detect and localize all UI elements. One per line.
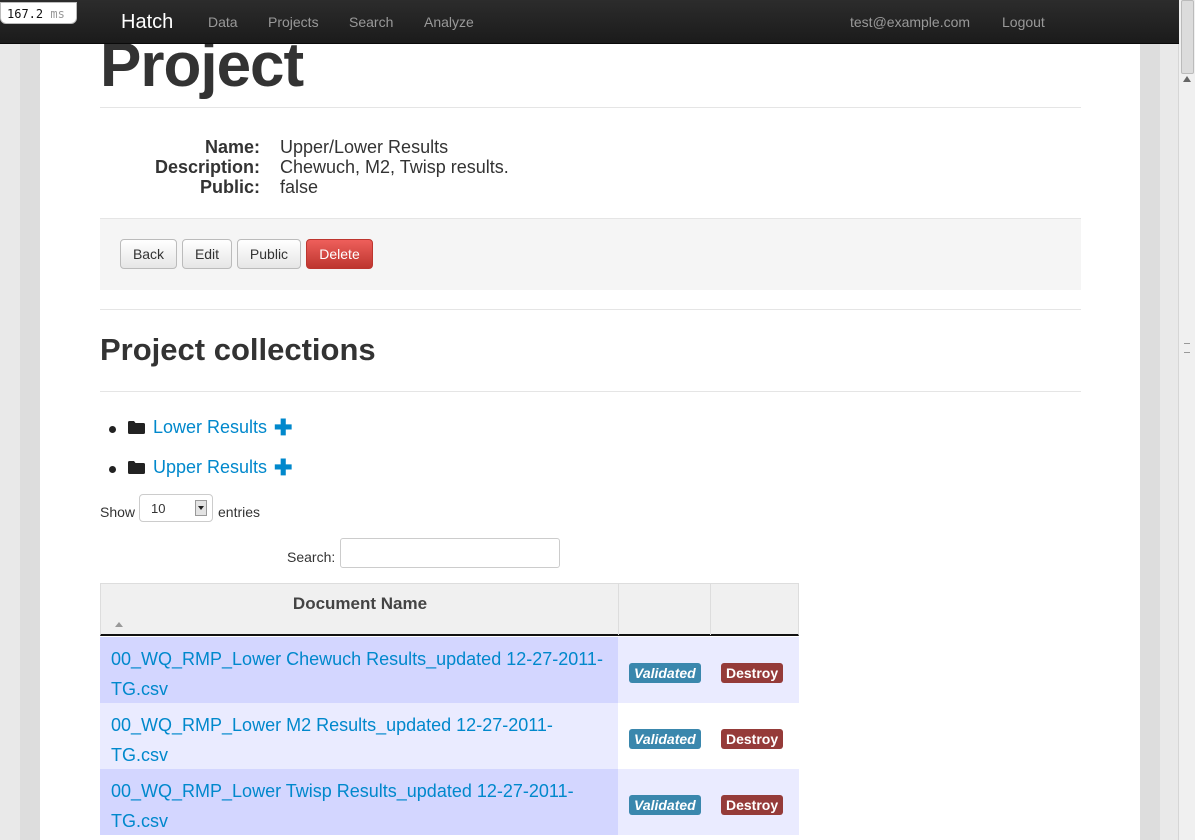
document-name-cell: 00_WQ_RMP_Lower M2 Results_updated 12-27…	[100, 703, 618, 769]
bullet	[109, 466, 116, 473]
document-name-cell: 00_WQ_RMP_Lower Twisp Results_updated 12…	[100, 769, 618, 835]
document-name-cell: 00_WQ_RMP_Lower Chewuch Results_updated …	[100, 637, 618, 703]
collection-link-upper-results[interactable]: Upper Results	[153, 457, 267, 478]
description-label: Description:	[154, 157, 260, 177]
timer-unit: ms	[50, 7, 65, 21]
description-value: Chewuch, M2, Twisp results.	[280, 157, 509, 177]
show-label: Show	[100, 504, 136, 520]
column-header-status[interactable]	[619, 584, 711, 635]
delete-button[interactable]: Delete	[306, 239, 373, 269]
document-link[interactable]: 00_WQ_RMP_Lower M2 Results_updated 12-27…	[111, 715, 553, 765]
plus-icon[interactable]: ✚	[274, 415, 292, 441]
public-button[interactable]: Public	[237, 239, 301, 269]
search-label: Search:	[287, 549, 336, 565]
scrollbar-grip[interactable]	[1184, 343, 1190, 353]
page-gutter-left	[20, 0, 40, 840]
column-header-actions[interactable]	[711, 584, 798, 635]
validated-badge: Validated	[629, 663, 701, 683]
search-input[interactable]	[340, 538, 560, 568]
document-link[interactable]: 00_WQ_RMP_Lower Twisp Results_updated 12…	[111, 781, 574, 831]
public-label: Public:	[199, 177, 260, 197]
entries-label: entries	[218, 504, 261, 520]
validated-badge: Validated	[629, 729, 701, 749]
divider	[100, 309, 1081, 310]
nav-logout[interactable]: Logout	[1002, 14, 1045, 30]
edit-button[interactable]: Edit	[182, 239, 232, 269]
entries-value: 10	[151, 501, 166, 516]
column-header-document-name[interactable]: Document Name	[101, 584, 619, 635]
top-navbar: Hatch Data Projects Search Analyze test@…	[0, 0, 1179, 44]
destroy-button[interactable]: Destroy	[721, 663, 784, 683]
nav-user-email[interactable]: test@example.com	[850, 14, 970, 30]
public-value: false	[280, 177, 319, 197]
destroy-button[interactable]: Destroy	[721, 795, 784, 815]
page-gutter-right	[1140, 0, 1160, 840]
plus-icon[interactable]: ✚	[274, 455, 292, 481]
nav-search[interactable]: Search	[349, 14, 393, 30]
validated-badge: Validated	[629, 795, 701, 815]
table-row: 00_WQ_RMP_Lower M2 Results_updated 12-27…	[100, 703, 799, 769]
name-value: Upper/Lower Results	[280, 137, 449, 157]
divider	[100, 107, 1081, 108]
entries-select[interactable]: 10	[139, 494, 213, 522]
chevron-down-icon	[195, 500, 207, 516]
nav-data[interactable]: Data	[208, 14, 238, 30]
profiler-timer[interactable]: 167.2 ms	[0, 2, 77, 24]
timer-value: 167.2	[7, 7, 44, 21]
table-row: 00_WQ_RMP_Lower Twisp Results_updated 12…	[100, 769, 799, 835]
collection-link-lower-results[interactable]: Lower Results	[153, 417, 267, 438]
destroy-button[interactable]: Destroy	[721, 729, 784, 749]
bullet	[109, 426, 116, 433]
scrollbar-thumb[interactable]	[1181, 0, 1194, 74]
table-row: 00_WQ_RMP_Lower Chewuch Results_updated …	[100, 637, 799, 703]
sort-ascending-icon	[115, 622, 123, 627]
folder-icon	[128, 421, 145, 434]
name-label: Name:	[204, 137, 260, 157]
brand-link[interactable]: Hatch	[121, 11, 173, 34]
document-link[interactable]: 00_WQ_RMP_Lower Chewuch Results_updated …	[111, 649, 603, 699]
vertical-scrollbar[interactable]	[1178, 0, 1195, 840]
scroll-up-icon[interactable]	[1183, 76, 1191, 82]
nav-analyze[interactable]: Analyze	[424, 14, 474, 30]
divider	[100, 391, 1081, 392]
collections-title: Project collections	[100, 332, 376, 367]
folder-icon	[128, 461, 145, 474]
back-button[interactable]: Back	[120, 239, 177, 269]
column-header-label: Document Name	[292, 594, 428, 613]
nav-projects[interactable]: Projects	[268, 14, 319, 30]
table-header: Document Name	[100, 583, 799, 636]
